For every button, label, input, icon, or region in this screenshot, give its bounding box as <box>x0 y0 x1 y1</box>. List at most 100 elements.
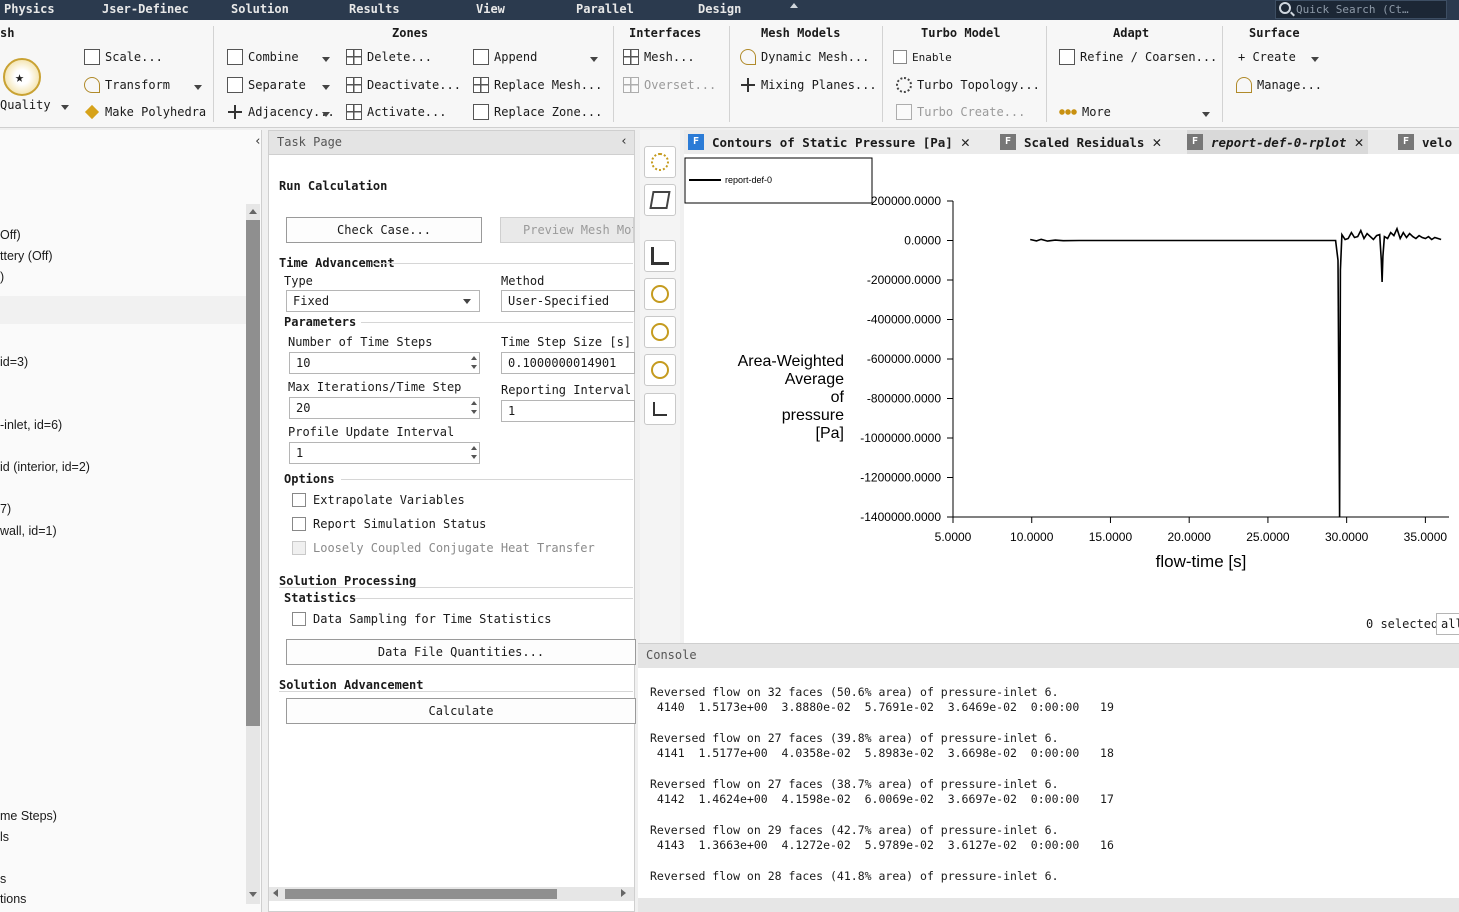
interface-mesh-button[interactable]: Mesh... <box>623 47 695 67</box>
menu-physics[interactable]: Physics <box>4 2 55 16</box>
close-icon[interactable]: ✕ <box>961 133 970 151</box>
turbo-enable-checkbox[interactable]: Enable <box>893 47 952 67</box>
menu-solution[interactable]: Solution <box>231 2 289 16</box>
reporting-interval-input[interactable]: 1 <box>501 400 635 422</box>
adjacency-button[interactable]: Adjacency... <box>227 102 335 122</box>
tab-scaled-residuals[interactable]: F Scaled Residuals ✕ <box>1000 130 1161 154</box>
tree-item[interactable]: wall, id=1) <box>0 524 57 538</box>
tree-item[interactable]: ttery (Off) <box>0 249 53 263</box>
data-file-quantities-button[interactable]: Data File Quantities... <box>286 639 636 665</box>
mixing-planes-button[interactable]: Mixing Planes... <box>740 75 877 95</box>
tree-item[interactable]: s <box>0 872 6 886</box>
quality-dropdown-icon[interactable] <box>61 105 69 110</box>
scroll-down-icon[interactable] <box>249 892 257 897</box>
spin-down-icon[interactable] <box>471 455 477 459</box>
append-dropdown-icon[interactable] <box>590 57 598 62</box>
tree-filter-input[interactable] <box>0 296 258 324</box>
task-horizontal-scrollbar[interactable] <box>269 887 634 901</box>
menu-parallel[interactable]: Parallel <box>576 2 634 16</box>
method-select[interactable]: User-Specified <box>501 290 635 312</box>
replace-mesh-button[interactable]: Replace Mesh... <box>473 75 602 95</box>
spin-up-icon[interactable] <box>471 446 477 450</box>
scrollbar-thumb[interactable] <box>285 889 557 899</box>
adapt-more-button[interactable]: More <box>1059 102 1111 122</box>
collapse-task-icon[interactable]: ‹ <box>620 134 628 149</box>
transform-dropdown-icon[interactable] <box>194 85 202 90</box>
adapt-more-dropdown-icon[interactable] <box>1202 112 1210 117</box>
tree-item[interactable]: me Steps) <box>0 809 57 823</box>
menu-view[interactable]: View <box>476 2 505 16</box>
collapse-panel-icon[interactable]: ‹ <box>254 134 262 149</box>
scroll-left-icon[interactable] <box>273 889 278 897</box>
separate-dropdown-icon[interactable] <box>322 85 330 90</box>
combine-button[interactable]: Combine <box>227 47 299 67</box>
surface-create-dropdown-icon[interactable] <box>1311 57 1319 62</box>
deactivate-button[interactable]: Deactivate... <box>346 75 461 95</box>
quality-label[interactable]: Quality <box>0 98 51 112</box>
dynamic-mesh-button[interactable]: Dynamic Mesh... <box>740 47 869 67</box>
overset-button[interactable]: Overset... <box>623 75 716 95</box>
type-select[interactable]: Fixed <box>286 290 480 312</box>
activate-button[interactable]: Activate... <box>346 102 446 122</box>
refine-coarsen-button[interactable]: Refine / Coarsen... <box>1059 47 1217 67</box>
outline-scrollbar[interactable] <box>246 204 260 904</box>
view-cube-button[interactable] <box>644 184 676 216</box>
extrapolate-variables-checkbox[interactable] <box>292 493 306 507</box>
plot-display-button[interactable] <box>644 240 676 272</box>
tree-item[interactable]: 7) <box>0 502 11 516</box>
transform-button[interactable]: Transform <box>84 75 170 95</box>
calculate-button[interactable]: Calculate <box>286 698 636 724</box>
spin-down-icon[interactable] <box>471 410 477 414</box>
zoom-in-button[interactable] <box>644 316 676 348</box>
scroll-up-icon[interactable] <box>249 209 257 214</box>
preview-mesh-motion-button[interactable]: Preview Mesh Motion... <box>500 217 634 243</box>
mesh-display-button[interactable] <box>644 146 676 178</box>
tree-item[interactable]: id (interior, id=2) <box>0 460 90 474</box>
scale-button[interactable]: Scale... <box>84 47 163 67</box>
make-polyhedra-button[interactable]: Make Polyhedra <box>84 102 206 122</box>
turbo-create-button[interactable]: Turbo Create... <box>896 102 1025 122</box>
tab-velocity[interactable]: F velo <box>1398 130 1452 154</box>
menu-user-defined[interactable]: Jser-Definec <box>102 2 189 16</box>
surface-create-button[interactable]: + Create <box>1238 47 1296 67</box>
loosely-coupled-checkbox[interactable] <box>292 541 306 555</box>
tree-item[interactable]: -inlet, id=6) <box>0 418 62 432</box>
quick-search-input[interactable]: Quick Search (Ct… <box>1275 0 1447 19</box>
surface-manage-button[interactable]: Manage... <box>1236 75 1322 95</box>
data-sampling-checkbox[interactable] <box>292 612 306 626</box>
tree-item[interactable]: ls <box>0 830 9 844</box>
mesh-quality-icon[interactable]: ★ <box>3 58 41 96</box>
spin-up-icon[interactable] <box>471 401 477 405</box>
menu-results[interactable]: Results <box>349 2 400 16</box>
axes-button[interactable] <box>644 393 676 425</box>
delete-zone-button[interactable]: Delete... <box>346 47 432 67</box>
profile-update-input[interactable]: 1 <box>289 442 480 464</box>
tree-item[interactable]: Off) <box>0 228 21 242</box>
zoom-out-button[interactable] <box>644 354 676 386</box>
console-horizontal-scrollbar[interactable] <box>638 898 1459 912</box>
spin-down-icon[interactable] <box>471 365 477 369</box>
num-time-steps-input[interactable]: 10 <box>289 352 480 374</box>
separate-button[interactable]: Separate <box>227 75 306 95</box>
tab-report-def-0-rplot[interactable]: F report-def-0-rplot ✕ <box>1187 130 1368 154</box>
scrollbar-thumb[interactable] <box>246 220 260 726</box>
ribbon-collapse-icon[interactable] <box>790 3 798 8</box>
close-icon[interactable]: ✕ <box>1354 133 1363 151</box>
report-status-checkbox[interactable] <box>292 517 306 531</box>
tree-item[interactable]: tions <box>0 892 26 906</box>
check-case-button[interactable]: Check Case... <box>286 217 482 243</box>
menu-design[interactable]: Design <box>698 2 741 16</box>
select-all-dropdown[interactable]: all <box>1436 613 1459 635</box>
adjacency-dropdown-icon[interactable] <box>322 112 330 117</box>
append-button[interactable]: Append <box>473 47 537 67</box>
combine-dropdown-icon[interactable] <box>322 57 330 62</box>
close-icon[interactable]: ✕ <box>1152 133 1161 151</box>
turbo-topology-button[interactable]: Turbo Topology... <box>896 75 1040 95</box>
time-step-size-input[interactable]: 0.1000000014901 <box>501 352 635 374</box>
replace-zone-button[interactable]: Replace Zone... <box>473 102 602 122</box>
tab-contours[interactable]: F Contours of Static Pressure [Pa] ✕ <box>688 130 970 154</box>
zoom-fit-button[interactable] <box>644 278 676 310</box>
max-iterations-input[interactable]: 20 <box>289 397 480 419</box>
scroll-right-icon[interactable] <box>621 889 626 897</box>
tree-item[interactable]: ) <box>0 270 4 284</box>
